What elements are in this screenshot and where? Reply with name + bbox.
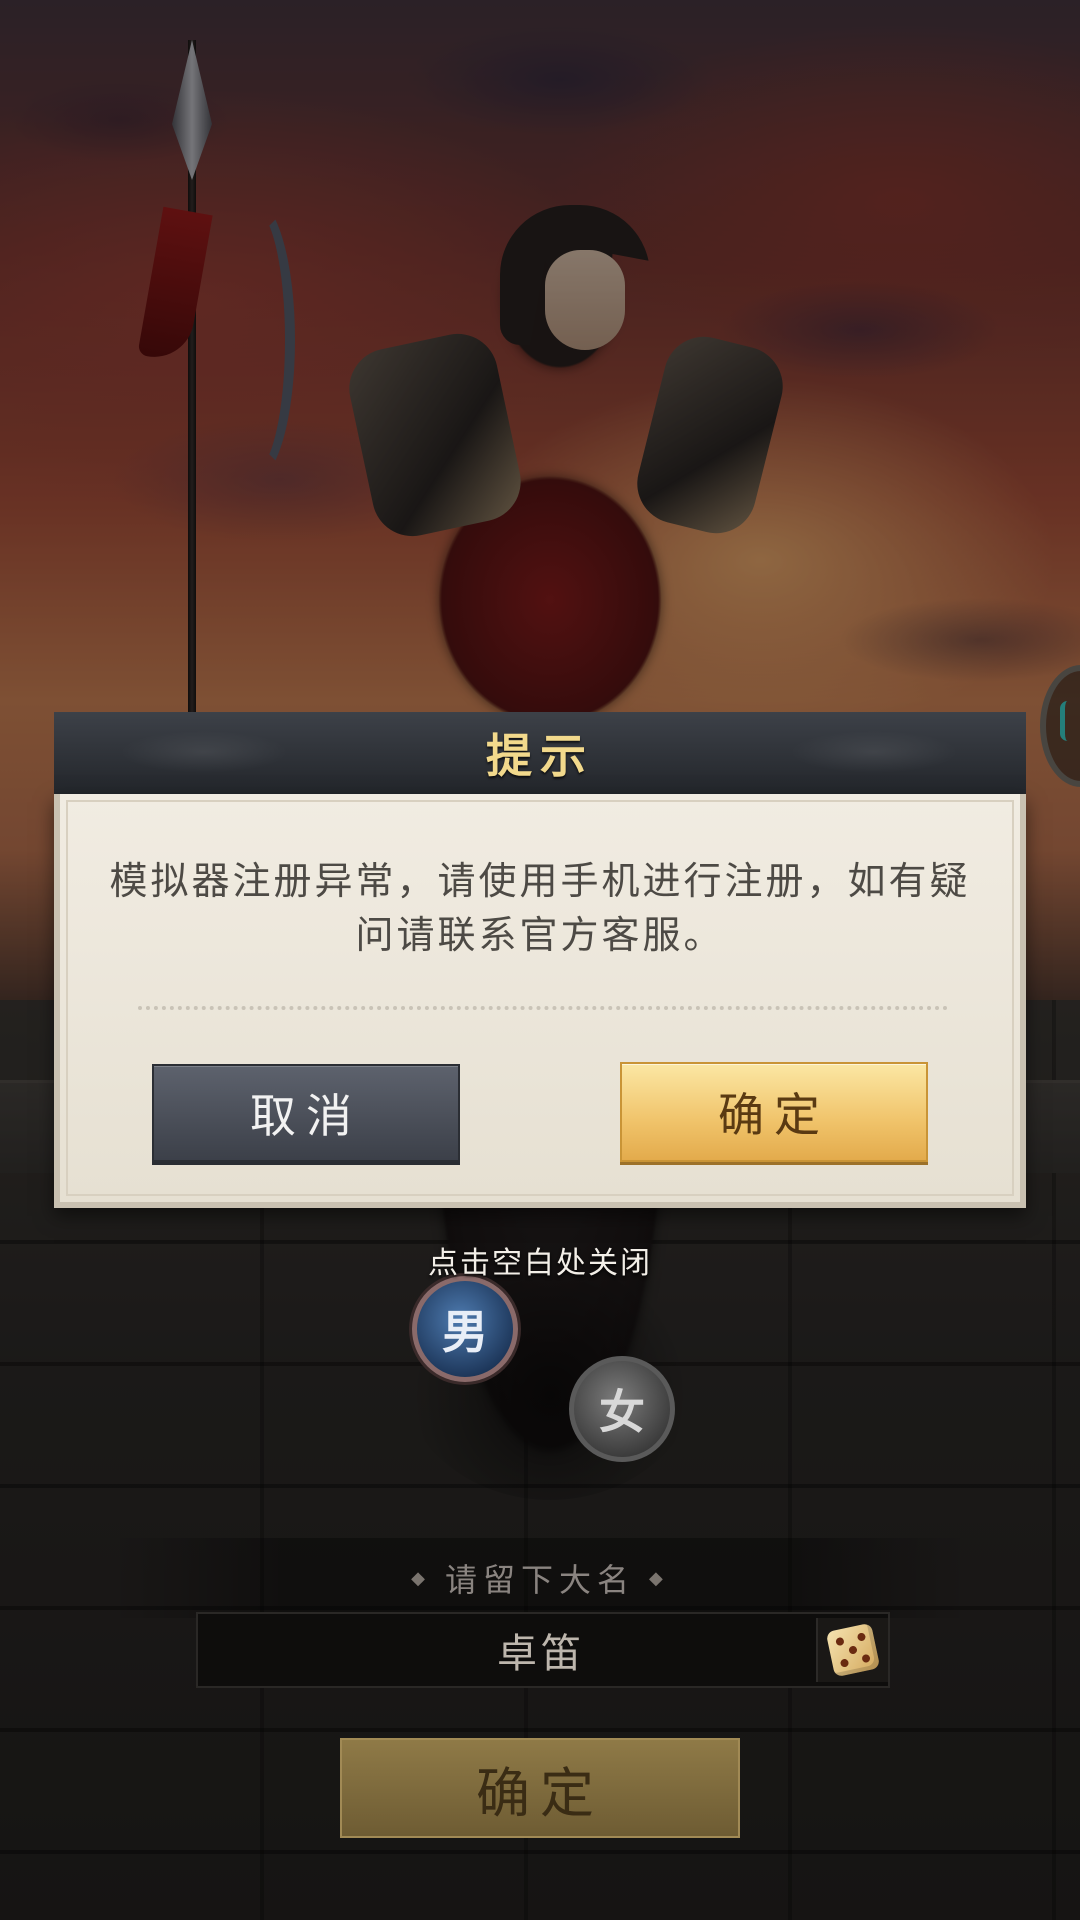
diamond-icon: ◆ <box>411 1567 431 1589</box>
alert-dialog: 提示 模拟器注册异常，请使用手机进行注册，如有疑问请联系官方客服。 取消 确定 <box>54 712 1026 1208</box>
gender-female-button[interactable]: 女 <box>569 1356 675 1462</box>
name-prompt-text: 请留下大名 <box>444 1561 635 1599</box>
dotted-divider <box>138 1006 948 1010</box>
confirm-button[interactable]: 确定 <box>620 1062 928 1162</box>
name-prompt: ◆ 请留下大名 ◆ <box>110 1538 970 1618</box>
dialog-message: 模拟器注册异常，请使用手机进行注册，如有疑问请联系官方客服。 <box>109 859 971 957</box>
dialog-header: 提示 <box>54 712 1026 797</box>
gender-female-label: 女 <box>599 1385 645 1439</box>
gender-male-button[interactable]: 男 <box>412 1276 518 1382</box>
dialog-body: 模拟器注册异常，请使用手机进行注册，如有疑问请联系官方客服。 取消 确定 <box>54 794 1026 1208</box>
diamond-icon: ◆ <box>649 1567 669 1589</box>
gender-male-label: 男 <box>442 1305 488 1359</box>
dice-icon <box>825 1622 881 1678</box>
dialog-title: 提示 <box>486 729 594 783</box>
random-name-button[interactable] <box>816 1618 888 1682</box>
create-confirm-button[interactable]: 确定 <box>340 1738 740 1838</box>
name-field <box>196 1612 890 1688</box>
close-hint: 点击空白处关闭 <box>428 1246 652 1281</box>
cancel-button[interactable]: 取消 <box>152 1064 460 1162</box>
name-input[interactable] <box>198 1613 816 1687</box>
